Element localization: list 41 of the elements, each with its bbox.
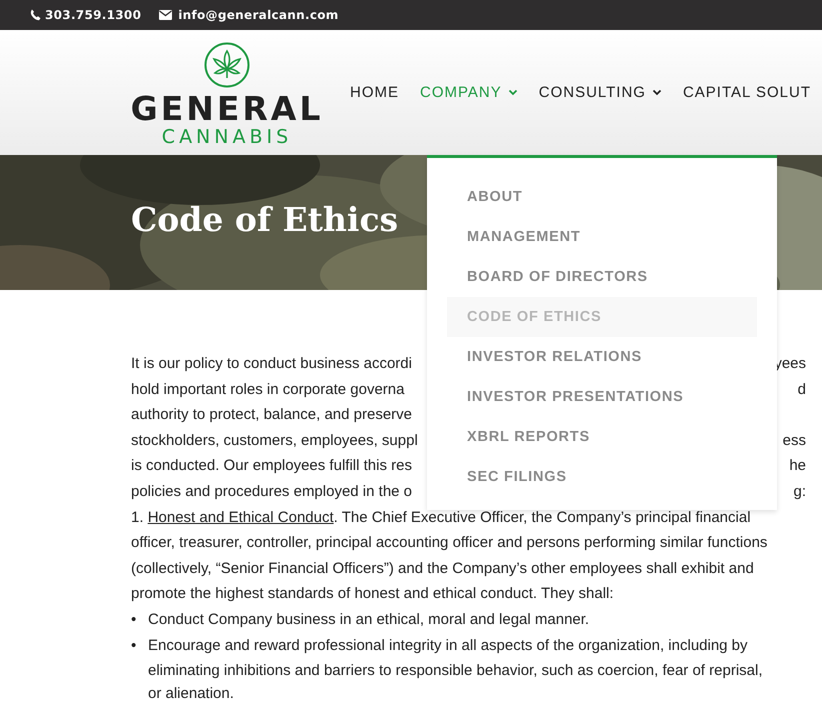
paragraph-line: (collectively, “Senior Financial Officers”) and the Company’s other employees shall exhibit and bbox=[131, 560, 754, 577]
bullet-marker: • bbox=[131, 610, 138, 630]
paragraph-line: It is our policy to conduct business accordi bbox=[131, 354, 412, 374]
paragraph-line: he bbox=[789, 456, 806, 476]
bullet-marker: • bbox=[131, 636, 138, 656]
phone-icon bbox=[30, 9, 41, 21]
caret-icon bbox=[508, 89, 518, 96]
logo-wordmark[interactable]: GENERAL bbox=[130, 92, 324, 126]
nav-link[interactable]: CAPITAL SOLUT bbox=[682, 84, 811, 101]
paragraph-line: promote the highest standards of honest and ethical conduct. They shall: bbox=[131, 585, 614, 602]
menu-item[interactable]: ABOUT bbox=[447, 177, 757, 217]
menu-item[interactable]: SEC FILINGS bbox=[447, 457, 757, 497]
menu-item[interactable]: CODE OF ETHICS bbox=[447, 297, 757, 337]
paragraph-line: hold important roles in corporate governa bbox=[131, 380, 404, 400]
paragraph-line: d bbox=[798, 380, 806, 400]
menu-item[interactable]: BOARD OF DIRECTORS bbox=[447, 257, 757, 297]
envelope-icon bbox=[159, 10, 172, 20]
paragraph-line: is conducted. Our employees fulfill this res bbox=[131, 456, 412, 476]
caret-icon bbox=[652, 89, 662, 96]
paragraph-line: 1. Honest and Ethical Conduct. The Chief Executive Officer, the Company’s principal financial bbox=[131, 508, 751, 526]
paragraph-line: stockholders, customers, employees, suppl bbox=[131, 430, 418, 451]
logo-subtitle[interactable]: CANNABIS bbox=[162, 126, 292, 148]
menu-item[interactable]: INVESTOR PRESENTATIONS bbox=[447, 377, 757, 417]
page-title: Code of Ethics bbox=[131, 200, 398, 239]
menu-item[interactable]: XBRL REPORTS bbox=[447, 417, 757, 457]
nav-link[interactable]: COMPANY bbox=[420, 84, 518, 101]
bullet-item: Conduct Company business in an ethical, moral and legal manner. bbox=[148, 610, 590, 630]
email-address[interactable]: info@generalcann.com bbox=[178, 8, 339, 22]
nav-link[interactable]: HOME bbox=[350, 84, 399, 101]
paragraph-line: policies and procedures employed in the o bbox=[131, 482, 412, 502]
paragraph-line: officer, treasurer, controller, principal accounting officer and persons performing similar functions bbox=[131, 534, 768, 552]
nav-link[interactable]: CONSULTING bbox=[538, 84, 662, 101]
menu-item[interactable]: INVESTOR RELATIONS bbox=[447, 337, 757, 377]
bullet-item: Encourage and reward professional integrity in all aspects of the organization, including by eliminating inhibitions and barriers to responsible behavior, such as coercion, fear of reprisal, or alienation. bbox=[148, 636, 762, 703]
menu-item[interactable]: MANAGEMENT bbox=[447, 217, 757, 257]
paragraph-line: authority to protect, balance, and preserve bbox=[131, 405, 412, 426]
phone-number[interactable]: 303.759.1300 bbox=[45, 8, 142, 22]
paragraph-line: g: bbox=[793, 482, 806, 502]
section-link[interactable]: Honest and Ethical Conduct bbox=[148, 508, 334, 526]
leaf-logo-icon[interactable] bbox=[204, 42, 250, 88]
paragraph-line: ess bbox=[782, 430, 806, 451]
